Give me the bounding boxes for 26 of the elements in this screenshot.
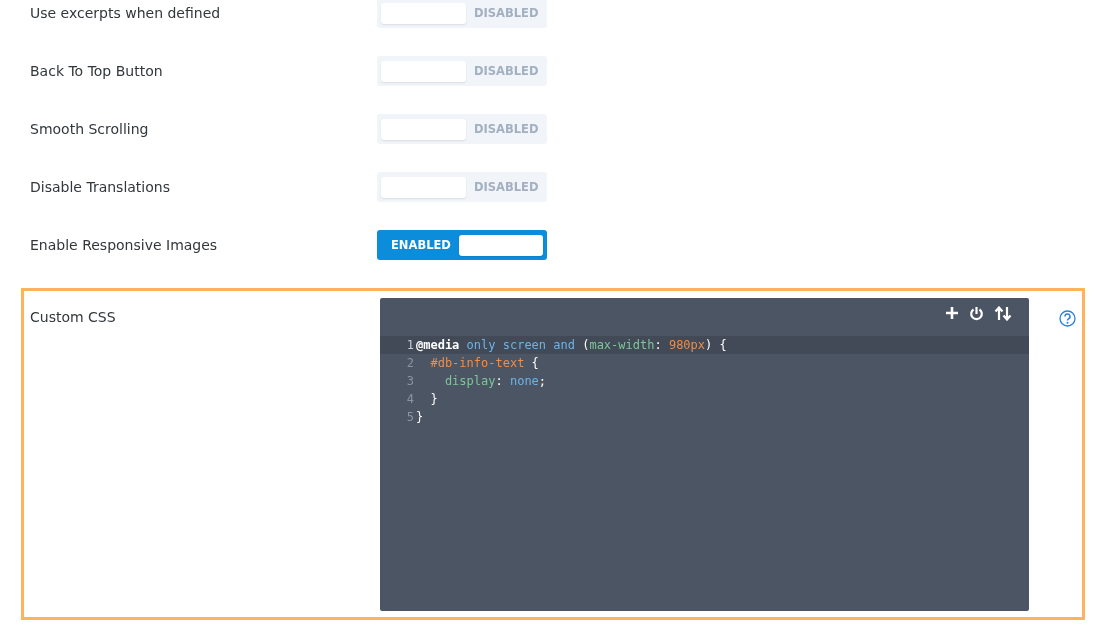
- power-icon[interactable]: [969, 306, 984, 321]
- plus-icon[interactable]: [945, 306, 959, 320]
- toggle-switch[interactable]: ENABLED: [377, 230, 547, 260]
- line-number: 5: [405, 410, 415, 424]
- toggle-switch[interactable]: DISABLED: [377, 56, 547, 86]
- help-icon[interactable]: [1059, 310, 1076, 327]
- toggle-switch[interactable]: DISABLED: [377, 0, 547, 28]
- setting-label: Disable Translations: [30, 179, 171, 195]
- setting-label: Smooth Scrolling: [30, 121, 150, 137]
- setting-label: Enable Responsive Images: [30, 237, 219, 253]
- toggle-switch[interactable]: DISABLED: [377, 172, 547, 202]
- code-line: display: none;: [443, 374, 547, 388]
- code-editor[interactable]: 1 @media only screen and (max-width: 980px) { 2 #db-info-text { 3 display: none; 4 } 5 }: [380, 298, 1029, 611]
- line-number: 4: [405, 392, 415, 406]
- code-line: #db-info-text {: [429, 356, 539, 370]
- setting-label: Custom CSS: [30, 308, 117, 327]
- line-number: 1: [405, 338, 415, 352]
- toggle-switch[interactable]: DISABLED: [377, 114, 547, 144]
- line-number: 3: [405, 374, 415, 388]
- code-line: }: [416, 410, 424, 424]
- code-line: }: [429, 392, 438, 406]
- setting-label: Use excerpts when defined: [30, 5, 222, 21]
- code-line: @media only screen and (max-width: 980px) {: [416, 338, 727, 352]
- setting-label: Back To Top Button: [30, 63, 164, 79]
- sort-arrows-icon[interactable]: [994, 306, 1013, 321]
- line-number: 2: [405, 356, 415, 370]
